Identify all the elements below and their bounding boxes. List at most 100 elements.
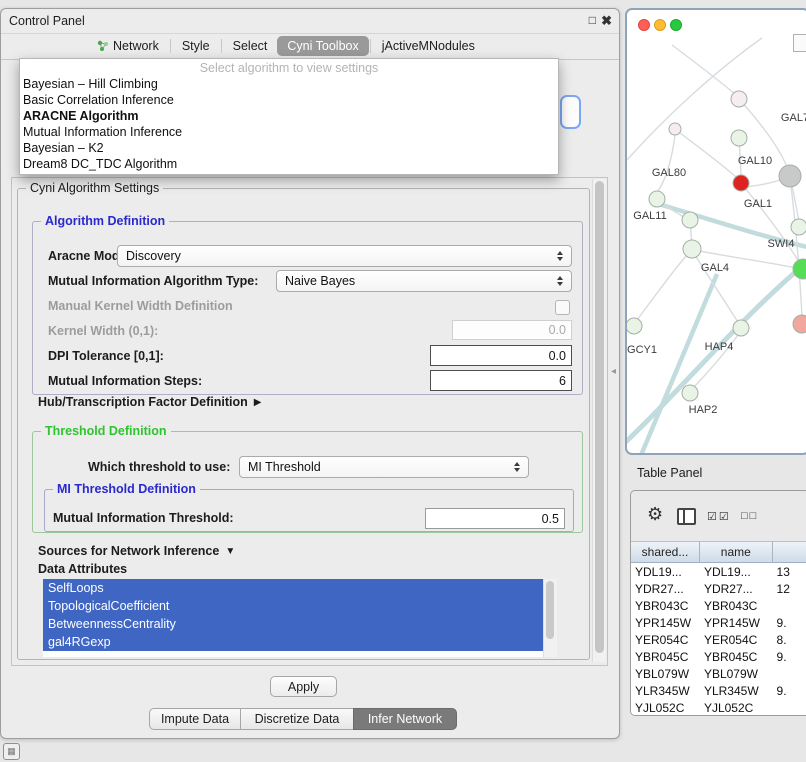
node[interactable] (791, 219, 806, 235)
data-attributes-list: SelfLoops TopologicalCoefficient Between… (43, 579, 557, 657)
node[interactable] (682, 212, 698, 228)
kernel-width-input[interactable]: 0.0 (452, 320, 572, 340)
settings-scroll-area: Cyni Algorithm Settings Algorithm Defini… (11, 177, 608, 666)
manual-kernel-checkbox[interactable] (555, 300, 570, 315)
table-row[interactable]: YER054CYER054C8. (631, 631, 806, 648)
tab-impute-data[interactable]: Impute Data (149, 708, 241, 730)
table-row[interactable]: YBR045CYBR045C9. (631, 648, 806, 665)
data-attributes-label: Data Attributes (38, 562, 127, 576)
dropdown-option[interactable]: Dream8 DC_TDC Algorithm (20, 156, 558, 172)
sources-label: Sources for Network Inference (38, 544, 219, 558)
table-panel-window: ⚙ ☑☑ □□ shared... name YDL19...YDL19...1… (630, 490, 806, 716)
list-item[interactable]: BetweennessCentrality (43, 615, 545, 633)
list-item[interactable]: SelfLoops (43, 579, 545, 597)
node-label: GAL7 (781, 112, 806, 124)
column-header-cut[interactable] (773, 541, 806, 563)
mi-threshold-group: MI Threshold Definition Mutual Informati… (44, 489, 574, 532)
node-label: GAL11 (633, 210, 666, 222)
tab-jactivemnodules[interactable]: jActiveMNodules (372, 36, 485, 56)
which-threshold-label: Which threshold to use: (88, 460, 230, 474)
tab-label: Cyni Toolbox (287, 39, 358, 53)
tab-separator (170, 39, 171, 53)
node-gal10[interactable] (733, 175, 749, 191)
focused-control-fragment (560, 95, 581, 129)
dropdown-option[interactable]: Mutual Information Inference (20, 124, 558, 140)
kernel-width-label: Kernel Width (0,1): (48, 324, 158, 338)
node[interactable] (731, 130, 747, 146)
manual-kernel-label: Manual Kernel Width Definition (48, 299, 233, 313)
tab-infer-network[interactable]: Infer Network (353, 708, 457, 730)
node[interactable] (649, 191, 665, 207)
node[interactable] (683, 240, 701, 258)
tab-discretize-data[interactable]: Discretize Data (240, 708, 354, 730)
node[interactable] (733, 320, 749, 336)
unchecked-boxes-icon[interactable]: □□ (741, 510, 758, 522)
column-header-shared[interactable]: shared... (631, 541, 700, 563)
checked-boxes-icon[interactable]: ☑☑ (707, 510, 731, 523)
column-header-name[interactable]: name (700, 541, 773, 563)
tab-label: Style (182, 39, 210, 53)
sources-expander[interactable]: Sources for Network Inference ▼ (38, 544, 235, 558)
table-row[interactable]: YDR27...YDR27...12 (631, 580, 806, 597)
dpi-tolerance-input[interactable]: 0.0 (430, 345, 572, 366)
mi-threshold-label: Mutual Information Threshold: (53, 511, 234, 525)
node-gal1[interactable] (779, 165, 801, 187)
hub-definition-expander[interactable]: Hub/Transcription Factor Definition ▶ (38, 395, 261, 409)
table-header: shared... name (631, 541, 806, 563)
node-salmon[interactable] (793, 315, 806, 333)
aracne-mode-select[interactable]: Discovery (117, 245, 572, 267)
table-panel-title: Table Panel (637, 466, 702, 480)
node[interactable] (682, 385, 698, 401)
list-scrollbar[interactable] (543, 579, 557, 657)
apply-button[interactable]: Apply (270, 676, 337, 697)
scrollbar-thumb[interactable] (595, 181, 604, 653)
splitter-collapse-icon[interactable]: ◂ (611, 366, 616, 377)
tab-network[interactable]: Network (87, 36, 169, 56)
tab-cyni-toolbox[interactable]: Cyni Toolbox (277, 36, 368, 56)
node[interactable] (627, 318, 642, 334)
list-item[interactable]: TopologicalCoefficient (43, 597, 545, 615)
close-icon[interactable]: ✖ (601, 13, 612, 29)
node-label: GCY1 (627, 344, 657, 356)
settings-scrollbar[interactable] (592, 179, 606, 662)
tab-label: Select (233, 39, 268, 53)
network-view-window: GAL7 GAL80 GAL10 GAL11 GAL1 SWI4 GAL4 GC… (625, 8, 806, 455)
mi-steps-input[interactable]: 6 (430, 370, 572, 391)
node-green[interactable] (793, 259, 806, 279)
table-row[interactable]: YBR043CYBR043C (631, 597, 806, 614)
algorithm-definition-title: Algorithm Definition (41, 214, 169, 228)
which-threshold-select[interactable]: MI Threshold (239, 456, 529, 478)
dropdown-option[interactable]: Bayesian – K2 (20, 140, 558, 156)
node[interactable] (669, 123, 681, 135)
threshold-definition-title: Threshold Definition (41, 424, 171, 438)
node-label: HAP4 (705, 341, 734, 353)
mi-type-select[interactable]: Naive Bayes (276, 270, 572, 292)
stepper-arrows-icon (509, 462, 528, 472)
table-row[interactable]: YJL052CYJL052C (631, 699, 806, 716)
table-row[interactable]: YLR345WYLR345W9. (631, 682, 806, 699)
tab-style[interactable]: Style (172, 36, 220, 56)
table-row[interactable]: YPR145WYPR145W9. (631, 614, 806, 631)
which-threshold-value: MI Threshold (240, 460, 509, 474)
dpi-tolerance-label: DPI Tolerance [0,1]: (48, 349, 164, 363)
node-label: GAL1 (744, 198, 772, 210)
network-canvas[interactable]: GAL7 GAL80 GAL10 GAL11 GAL1 SWI4 GAL4 GC… (627, 10, 806, 453)
mi-threshold-input[interactable]: 0.5 (425, 508, 565, 529)
panel-dock-icon[interactable]: ▦ (3, 743, 20, 760)
columns-icon[interactable] (677, 508, 696, 525)
hub-definition-label: Hub/Transcription Factor Definition (38, 395, 248, 409)
table-row[interactable]: YDL19...YDL19...13 (631, 563, 806, 580)
dropdown-option[interactable]: Basic Correlation Inference (20, 92, 558, 108)
table-row[interactable]: YBL079WYBL079W (631, 665, 806, 682)
dropdown-option-selected[interactable]: ARACNE Algorithm (20, 108, 558, 124)
group-title: Cyni Algorithm Settings (26, 181, 163, 195)
dropdown-option[interactable]: Bayesian – Hill Climbing (20, 76, 558, 92)
node[interactable] (731, 91, 747, 107)
list-item[interactable]: gal4RGexp (43, 633, 545, 651)
control-panel-tabs: Network Style Select Cyni Toolbox jActiv… (1, 33, 619, 60)
float-window-icon[interactable]: □ (589, 13, 596, 27)
node-label: GAL10 (738, 155, 772, 167)
tab-separator (370, 39, 371, 53)
tab-select[interactable]: Select (223, 36, 278, 56)
gear-icon[interactable]: ⚙ (647, 504, 663, 525)
